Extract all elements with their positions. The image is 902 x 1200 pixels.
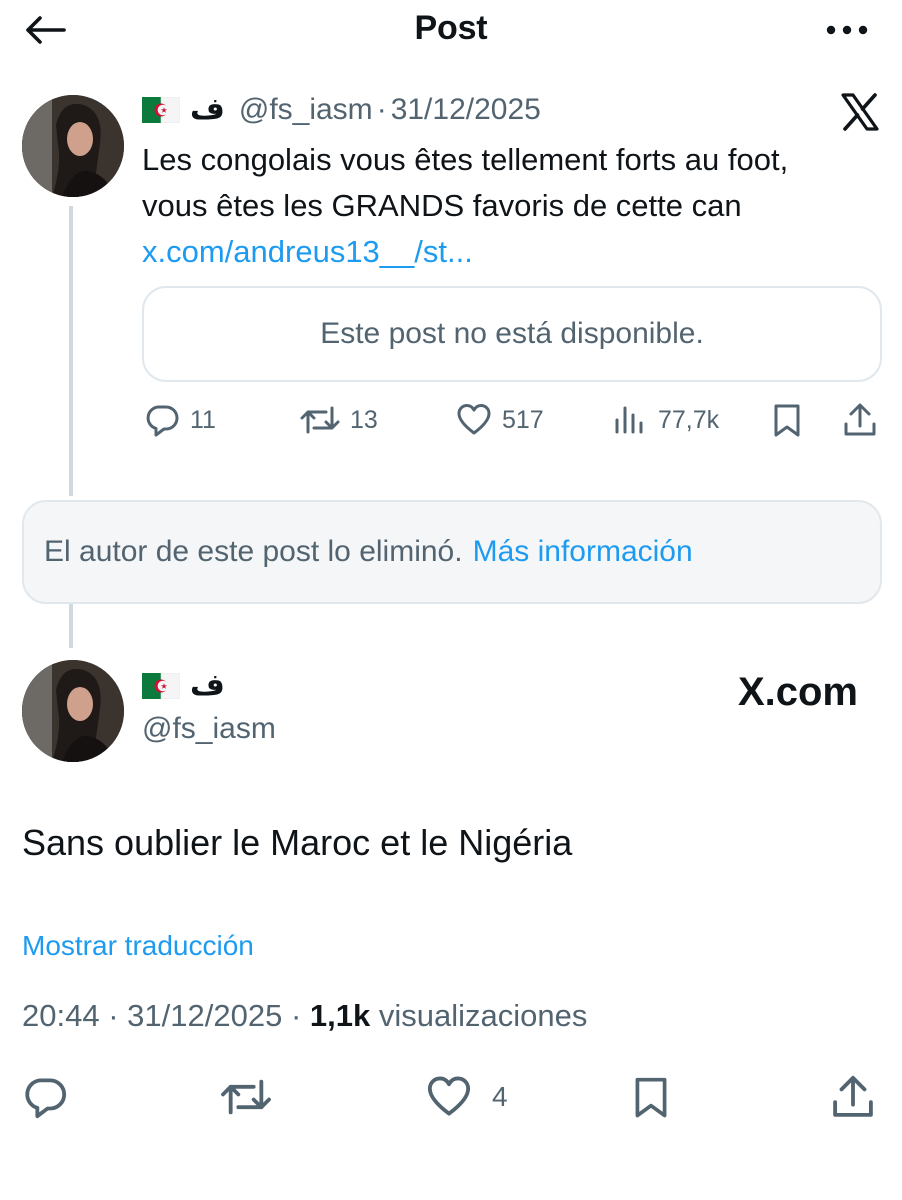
repost-button[interactable]: 13 xyxy=(300,402,378,438)
separator-dot: · xyxy=(290,998,302,1033)
post-link[interactable]: x.com/andreus13__/st... xyxy=(142,229,882,275)
deleted-message: El autor de este post lo eliminó. xyxy=(44,535,463,568)
share-icon xyxy=(833,1075,873,1117)
learn-more-link[interactable]: Más información xyxy=(473,535,693,569)
post-date[interactable]: 31/12/2025 xyxy=(127,998,282,1033)
bookmark-icon xyxy=(774,404,800,437)
repost-icon xyxy=(300,406,340,434)
views-button[interactable]: 77,7k xyxy=(612,402,719,438)
repost-icon xyxy=(221,1079,271,1115)
author-handle[interactable]: @fs_iasm xyxy=(239,93,373,127)
thread-connector xyxy=(69,206,73,496)
like-count: 517 xyxy=(502,405,544,434)
avatar-photo xyxy=(22,95,124,197)
post-time[interactable]: 20:44 xyxy=(22,998,100,1033)
post-text-line: Les congolais vous êtes tellement forts … xyxy=(142,142,789,177)
bookmark-icon xyxy=(635,1077,667,1118)
unavailable-message: Este post no está disponible. xyxy=(320,317,704,350)
reply-button[interactable]: 11 xyxy=(144,402,216,438)
avatar[interactable] xyxy=(22,95,124,197)
like-button[interactable]: 4 xyxy=(426,1074,508,1120)
avatar[interactable] xyxy=(22,660,124,762)
avatar-photo xyxy=(22,660,124,762)
deleted-post-notice: El autor de este post lo eliminó. Más in… xyxy=(22,500,882,604)
quoted-post-text: Les congolais vous êtes tellement forts … xyxy=(142,137,882,275)
top-bar: Post xyxy=(0,0,902,60)
display-name[interactable]: ف xyxy=(190,668,225,703)
share-button[interactable] xyxy=(842,402,878,438)
view-count: 77,7k xyxy=(658,405,720,434)
heart-icon xyxy=(457,404,491,435)
separator-dot: · xyxy=(108,998,119,1033)
algeria-flag-icon xyxy=(142,96,180,123)
post-actions: 11 13 517 77,7k xyxy=(142,400,882,444)
heart-icon xyxy=(427,1076,471,1116)
views-label: visualizaciones xyxy=(378,998,588,1033)
thread-connector xyxy=(69,604,73,648)
view-count: 1,1k xyxy=(309,998,371,1033)
author-handle[interactable]: @fs_iasm xyxy=(142,712,276,746)
reply-icon xyxy=(25,1078,67,1119)
repost-count: 13 xyxy=(350,405,378,434)
more-options-button[interactable] xyxy=(822,12,872,48)
x-com-watermark: X.com xyxy=(738,670,858,715)
author-row: ف xyxy=(142,668,239,703)
post-text-line: vous êtes les GRANDS favoris de cette ca… xyxy=(142,188,742,223)
post-meta: 20:44 · 31/12/2025 · 1,1k visualizacione… xyxy=(22,998,587,1034)
bookmark-button[interactable] xyxy=(770,402,804,438)
unavailable-post-card: Este post no está disponible. xyxy=(142,286,882,382)
show-translation-link[interactable]: Mostrar traducción xyxy=(22,930,254,962)
page-title: Post xyxy=(414,9,488,47)
reply-count: 11 xyxy=(190,405,216,434)
like-count: 4 xyxy=(492,1081,508,1112)
post-actions: 4 xyxy=(0,1070,902,1126)
share-icon xyxy=(844,403,876,436)
watermark-text: X.com xyxy=(737,670,858,714)
share-button[interactable] xyxy=(830,1074,876,1120)
repost-button[interactable] xyxy=(220,1074,272,1120)
post-text: Sans oublier le Maroc et le Nigéria xyxy=(22,822,573,863)
post-date: 31/12/2025 xyxy=(390,92,541,126)
author-row: ف @fs_iasm · 31/12/2025 xyxy=(142,92,541,127)
views-chart-icon xyxy=(615,406,643,434)
reply-icon xyxy=(146,405,179,437)
reply-button[interactable] xyxy=(22,1074,68,1120)
bookmark-button[interactable] xyxy=(630,1074,672,1120)
separator-dot: · xyxy=(376,92,387,126)
more-horizontal-icon xyxy=(826,25,868,35)
like-button[interactable]: 517 xyxy=(456,402,544,438)
display-name[interactable]: ف xyxy=(190,92,225,127)
algeria-flag-icon xyxy=(142,672,180,699)
x-logo-icon[interactable] xyxy=(840,92,880,132)
